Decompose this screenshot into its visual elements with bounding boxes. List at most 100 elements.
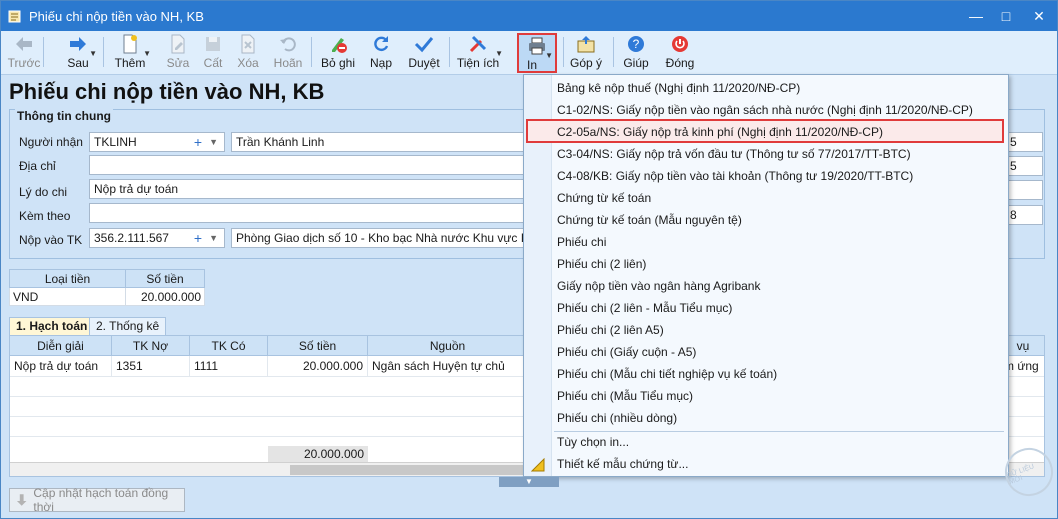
help-button[interactable]: ? Giúp — [619, 33, 653, 73]
post-button[interactable]: Bỏ ghi — [317, 33, 359, 73]
edit-icon — [171, 34, 185, 54]
undo-icon — [280, 37, 296, 52]
currency-amount-cell[interactable]: 20.000.000 — [125, 287, 205, 306]
window-title: Phiếu chi nộp tiền vào NH, KB — [29, 8, 204, 24]
attach-field[interactable] — [89, 203, 531, 223]
help-icon: ? — [628, 36, 644, 52]
arrow-right-icon — [70, 37, 86, 51]
menu-item-c1-02[interactable]: C1-02/NS: Giấy nộp tiền vào ngân sách nh… — [557, 99, 973, 121]
chevron-down-icon[interactable]: ▼ — [209, 133, 218, 151]
minimize-button[interactable]: — — [961, 1, 991, 31]
print-button[interactable]: In ▼ — [517, 33, 557, 73]
col-source: Nguồn — [368, 336, 528, 356]
close-button[interactable]: Đóng — [661, 33, 699, 73]
account-field[interactable]: 356.2.111.567 + ▼ — [89, 228, 225, 248]
maximize-button[interactable]: □ — [991, 1, 1021, 31]
update-accounting-button[interactable]: Cập nhật hạch toán đồng thời — [9, 486, 185, 514]
tab-accounting[interactable]: 1. Hạch toán — [9, 317, 95, 335]
reload-button[interactable]: Nạp — [365, 33, 397, 73]
arrow-left-icon — [16, 37, 32, 51]
main-window: Phiếu chi nộp tiền vào NH, KB — □ ✕ Trướ… — [0, 0, 1058, 519]
chevron-down-icon[interactable]: ▼ — [209, 229, 218, 247]
right-field-3[interactable] — [1005, 180, 1043, 200]
utilities-button[interactable]: Tiện ích ▼ — [455, 33, 503, 73]
address-label: Địa chỉ — [19, 159, 56, 173]
save-button[interactable]: Cất — [199, 33, 227, 73]
app-icon — [8, 10, 21, 23]
menu-item-payment[interactable]: Phiếu chi — [557, 231, 606, 253]
title-bar: Phiếu chi nộp tiền vào NH, KB — □ ✕ — [1, 1, 1057, 31]
print-dropdown-icon[interactable]: ▼ — [545, 51, 553, 60]
add-icon[interactable]: + — [194, 133, 202, 151]
menu-item-voucher-fx[interactable]: Chứng từ kế toán (Mẫu nguyên tệ) — [557, 209, 742, 231]
checkmark-icon — [414, 37, 434, 53]
right-field-1[interactable]: 5 — [1005, 132, 1043, 152]
edit-button[interactable]: Sửa — [163, 33, 193, 73]
menu-item-payment-sub[interactable]: Phiếu chi (Mẫu Tiểu mục) — [557, 385, 693, 407]
row-debit[interactable]: 1351 — [112, 356, 190, 376]
save-icon — [206, 37, 220, 51]
add-button[interactable]: Thêm ▼ — [111, 33, 151, 73]
right-field-2[interactable]: 5 — [1005, 156, 1043, 176]
menu-item-payment-2-sub[interactable]: Phiếu chi (2 liên - Mẫu Tiểu mục) — [557, 297, 732, 319]
menu-item-payment-roll[interactable]: Phiếu chi (Giấy cuộn - A5) — [557, 341, 696, 363]
currency-type-cell[interactable]: VND — [9, 287, 126, 306]
menu-item-c4-08[interactable]: C4-08/KB: Giấy nộp tiền vào tài khoản (T… — [557, 165, 913, 187]
row-credit[interactable]: 1111 — [190, 356, 268, 376]
row-amount[interactable]: 20.000.000 — [268, 356, 368, 376]
delete-document-icon — [241, 34, 255, 54]
svg-text:?: ? — [633, 37, 640, 51]
feedback-button[interactable]: Góp ý — [567, 33, 605, 73]
col-debit: TK Nợ — [112, 336, 190, 356]
account-bank-field[interactable]: Phòng Giao dịch số 10 - Kho bạc Nhà nước… — [231, 228, 531, 248]
tab-stats[interactable]: 2. Thống kê — [89, 317, 167, 335]
reason-field[interactable]: Nộp trả dự toán — [89, 179, 531, 199]
currency-type-header: Loại tiền — [9, 269, 126, 288]
tools-icon — [469, 35, 487, 53]
menu-item-payment-2[interactable]: Phiếu chi (2 liên) — [557, 253, 646, 275]
menu-item-voucher[interactable]: Chứng từ kế toán — [557, 187, 651, 209]
row-source[interactable]: Ngân sách Huyện tự chủ — [368, 356, 528, 376]
next-dropdown-icon[interactable]: ▼ — [89, 49, 97, 58]
printer-icon — [529, 37, 545, 55]
menu-item-print-options[interactable]: Tùy chọn in... — [557, 431, 629, 453]
recipient-code-field[interactable]: TKLINH + ▼ — [89, 132, 225, 152]
close-window-button[interactable]: ✕ — [1021, 1, 1057, 31]
menu-item-c3-04[interactable]: C3-04/NS: Giấy nộp trả vốn đầu tư (Thông… — [557, 143, 911, 165]
menu-item-payment-multi[interactable]: Phiếu chi (nhiều dòng) — [557, 407, 677, 429]
col-description: Diễn giải — [10, 336, 112, 356]
arrow-down-icon — [16, 494, 27, 506]
scrollbar-thumb[interactable] — [290, 465, 540, 475]
add-icon[interactable]: + — [194, 229, 202, 247]
power-icon — [672, 36, 688, 52]
menu-item-agribank[interactable]: Giấy nộp tiền vào ngân hàng Agribank — [557, 275, 760, 297]
menu-item-payment-2-a5[interactable]: Phiếu chi (2 liên A5) — [557, 319, 664, 341]
unpost-icon — [332, 38, 347, 53]
new-document-icon — [123, 34, 137, 54]
currency-table: Loại tiền Số tiền VND 20.000.000 — [9, 269, 205, 306]
address-field[interactable] — [89, 155, 531, 175]
menu-item-c2-05a[interactable]: C2-05a/NS: Giấy nộp trả kinh phí (Nghị đ… — [557, 121, 883, 143]
delete-button[interactable]: Xóa — [233, 33, 263, 73]
next-button[interactable]: Sau ▼ — [61, 33, 97, 73]
reason-label: Lý do chi — [19, 185, 68, 199]
account-label: Nộp vào TK — [19, 233, 83, 247]
right-field-4[interactable]: 8 — [1005, 205, 1043, 225]
toolbar: Trước Sau ▼ Thêm ▼ Sửa Cất Xóa Hoãn Bỏ g… — [1, 31, 1057, 75]
recipient-label: Người nhận — [19, 135, 83, 149]
add-dropdown-icon[interactable]: ▼ — [143, 49, 151, 58]
approve-button[interactable]: Duyệt — [405, 33, 443, 73]
menu-item-tax-list[interactable]: Bảng kê nộp thuế (Nghị định 11/2020/NĐ-C… — [557, 77, 800, 99]
grid-total-amount: 20.000.000 — [268, 446, 368, 462]
prev-button[interactable]: Trước — [7, 33, 41, 73]
menu-item-template-designer[interactable]: Thiết kế mẫu chứng từ... — [557, 453, 688, 475]
utilities-dropdown-icon[interactable]: ▼ — [495, 49, 503, 58]
row-description[interactable]: Nộp trả dự toán — [10, 356, 112, 376]
recipient-name-field[interactable]: Trần Khánh Linh — [231, 132, 531, 152]
undo-button[interactable]: Hoãn — [271, 33, 305, 73]
page-title: Phiếu chi nộp tiền vào NH, KB — [9, 79, 325, 104]
menu-resize-grip[interactable]: ▼ — [499, 477, 559, 487]
general-info-label: Thông tin chung — [15, 109, 113, 123]
menu-item-payment-detail[interactable]: Phiếu chi (Mẫu chi tiết nghiệp vụ kế toá… — [557, 363, 777, 385]
col-amount: Số tiền — [268, 336, 368, 356]
